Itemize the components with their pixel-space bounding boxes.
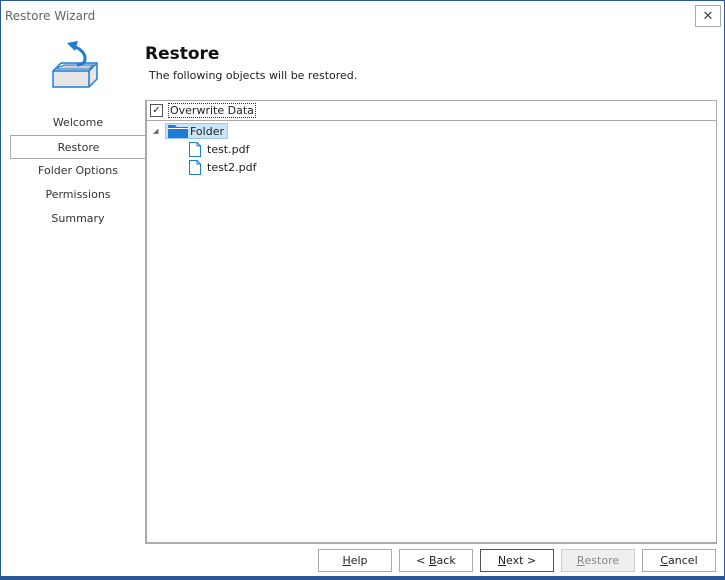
expand-arrow-icon[interactable]: ◢ [153,127,165,135]
back-button[interactable]: < Back [399,549,473,572]
next-label: ext > [506,554,537,567]
window-bottom-border [0,576,725,580]
file-label: test2.pdf [207,160,257,174]
restore-button[interactable]: Restore [561,549,635,572]
cancel-button[interactable]: Cancel [642,549,716,572]
next-button[interactable]: Next > [480,549,554,572]
folder-selection[interactable]: Folder [165,123,228,139]
tree-node-folder[interactable]: ◢ Folder [153,122,228,140]
tree-node-file[interactable]: test.pdf [189,140,249,158]
nav-item-summary[interactable]: Summary [10,207,146,231]
help-mnemonic: H [342,554,351,567]
back-label: ack [436,554,456,567]
page-title: Restore [145,44,220,64]
back-mnemonic: B [429,554,437,567]
folder-label: Folder [190,124,224,138]
restore-wizard-window: Restore Wizard ✕ Restore The following o… [0,0,725,580]
nav-item-permissions[interactable]: Permissions [10,183,146,207]
page-subtitle: The following objects will be restored. [149,69,358,82]
window-title: Restore Wizard [5,9,96,23]
tree-node-file[interactable]: test2.pdf [189,158,256,176]
nav-item-folder-options[interactable]: Folder Options [10,159,146,183]
cancel-label: ancel [668,554,698,567]
next-mnemonic: N [497,554,507,567]
restore-mnemonic: R [576,554,585,567]
folder-icon [168,124,188,138]
restore-logo-icon [52,41,98,88]
file-icon [189,159,201,175]
back-prefix: < [416,554,429,567]
nav-item-restore[interactable]: Restore [10,135,146,159]
overwrite-data-checkbox[interactable]: ✓ [150,104,163,117]
close-icon: ✕ [702,8,714,24]
checkmark-icon: ✓ [152,105,161,116]
overwrite-data-label[interactable]: Overwrite Data [168,103,256,118]
wizard-steps-nav: Welcome Restore Folder Options Permissio… [10,111,146,231]
help-label: elp [350,554,368,567]
cancel-mnemonic: C [660,554,669,567]
restore-label: estore [584,554,620,567]
nav-item-welcome[interactable]: Welcome [10,111,146,135]
file-icon [189,141,201,157]
file-label: test.pdf [207,142,250,156]
close-button[interactable]: ✕ [695,5,721,27]
help-button[interactable]: Help [318,549,392,572]
tree-header: ✓ Overwrite Data [147,101,716,121]
restore-objects-tree: ✓ Overwrite Data ◢ Folder test.pdf test2… [145,100,717,544]
